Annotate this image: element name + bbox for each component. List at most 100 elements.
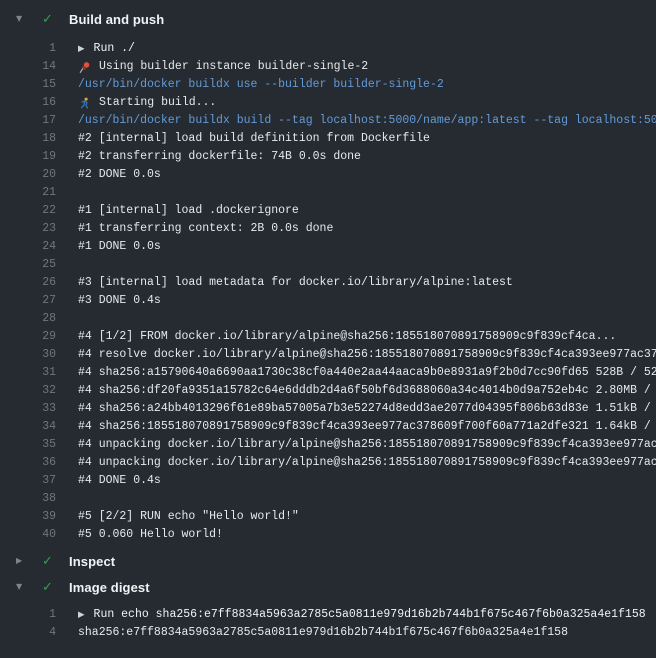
log-text: #4 sha256:185518070891758909c9f839cf4ca3… [78, 418, 656, 436]
pushpin-icon [78, 61, 92, 74]
line-number[interactable]: 30 [0, 346, 56, 364]
line-number[interactable]: 19 [0, 148, 56, 166]
line-number[interactable]: 15 [0, 76, 56, 94]
chevron-down-icon[interactable]: ▼ [16, 574, 30, 600]
line-number[interactable]: 31 [0, 364, 56, 382]
line-number[interactable]: 23 [0, 220, 56, 238]
log-line-text [78, 184, 656, 202]
line-number[interactable]: 38 [0, 490, 56, 508]
line-number[interactable]: 24 [0, 238, 56, 256]
chevron-right-icon[interactable]: ▶ [16, 548, 30, 574]
section-build-and-push: ▼ ✓ Build and push 1 ▶Run ./ 14 Using builder … [0, 6, 656, 548]
log-line-text: #4 [1/2] FROM docker.io/library/alpine@s… [78, 328, 656, 346]
log-line: 35#4 unpacking docker.io/library/alpine@… [0, 436, 656, 454]
log-line-text: #4 sha256:a15790640a6690aa1730c38cf0a440… [78, 364, 656, 382]
line-number[interactable]: 27 [0, 292, 56, 310]
line-number[interactable]: 17 [0, 112, 56, 130]
log-line: 34 #4 sha256:185518070891758909c9f839cf4c… [0, 418, 656, 436]
log-text: #4 sha256:a24bb4013296f61e89ba57005a7b3e… [78, 400, 656, 418]
log-line: 31 #4 sha256:a15790640a6690aa1730c38cf0a4… [0, 364, 656, 382]
log-text: /usr/bin/docker buildx use --builder bui… [78, 76, 444, 94]
expand-run-arrow-icon[interactable]: ▶ [78, 606, 85, 624]
log-text: #1 [internal] load .dockerignore [78, 202, 299, 220]
line-number[interactable]: 14 [0, 58, 56, 76]
line-number[interactable]: 22 [0, 202, 56, 220]
section-title: Build and push [69, 12, 164, 27]
log-line-text: ▶ Run echo sha256:e7ff8834a5963a2785c5a08… [78, 606, 656, 624]
log-line-text: #4 unpacking docker.io/library/alpine@sh… [78, 454, 656, 472]
log-text: #3 DONE 0.4s [78, 292, 161, 310]
log-line: 29 #4 [1/2] FROM docker.io/library/alpine… [0, 328, 656, 346]
log-line: 37 #4 DONE 0.4s [0, 472, 656, 490]
log-line-text: #4 resolve docker.io/library/alpine@sha2… [78, 346, 656, 364]
log-text: #2 [internal] load build definition from… [78, 130, 430, 148]
line-number[interactable]: 32 [0, 382, 56, 400]
section-header-inspect[interactable]: ▶✓Inspect [0, 548, 656, 574]
log-text: #4 resolve docker.io/library/alpine@sha2… [78, 346, 656, 364]
line-number[interactable]: 21 [0, 184, 56, 202]
line-number[interactable]: 1 [0, 40, 56, 58]
log-line-text [78, 310, 656, 328]
line-number[interactable]: 1 [0, 606, 56, 624]
line-number[interactable]: 36 [0, 454, 56, 472]
line-number[interactable]: 39 [0, 508, 56, 526]
log-line: 22 #1 [internal] load .dockerignore [0, 202, 656, 220]
section-image-digest: ▼ ✓ Image digest 1 ▶ Run echo sha256:e7ff8834… [0, 574, 656, 642]
log-text: #5 0.060 Hello world! [78, 526, 223, 544]
log-line: 1 ▶Run ./ [0, 40, 656, 58]
line-number[interactable]: 33 [0, 400, 56, 418]
line-number[interactable]: 28 [0, 310, 56, 328]
line-number[interactable]: 18 [0, 130, 56, 148]
section-lines: 1 ▶ Run echo sha256:e7ff8834a5963a2785c5a0… [0, 600, 656, 642]
log-text: #3 [internal] load metadata for docker.i… [78, 274, 513, 292]
check-icon: ✓ [42, 580, 58, 595]
log-text: #5 [2/2] RUN echo "Hello world!" [78, 508, 299, 526]
line-number[interactable]: 37 [0, 472, 56, 490]
expand-run-arrow-icon[interactable]: ▶ [78, 40, 85, 58]
section-title: Image digest [69, 580, 150, 595]
log-line: 36 #4 unpacking docker.io/library/alpine@… [0, 454, 656, 472]
section-header-image-digest[interactable]: ▼ ✓ Image digest [0, 574, 656, 600]
log-line-text: #3 DONE 0.4s [78, 292, 656, 310]
log-text: Run echo sha256:e7ff8834a5963a2785c5a081… [94, 606, 646, 624]
line-number[interactable]: 35 [0, 436, 56, 454]
log-line-text: #5 0.060 Hello world! [78, 526, 656, 544]
log-line-text: ▶Run ./ [78, 40, 656, 58]
log-text: #4 unpacking docker.io/library/alpine@sh… [78, 454, 656, 472]
log-line-text: #4 sha256:df20fa9351a15782c64e6dddb2d4a6… [78, 382, 656, 400]
line-number[interactable]: 4 [0, 624, 56, 642]
line-number[interactable]: 16 [0, 94, 56, 112]
line-number[interactable]: 26 [0, 274, 56, 292]
log-line: 1 ▶ Run echo sha256:e7ff8834a5963a2785c5a0… [0, 606, 656, 624]
line-number[interactable]: 40 [0, 526, 56, 544]
log-text: sha256:e7ff8834a5963a2785c5a0811e979d16b… [78, 624, 568, 642]
log-line: 24 #1 DONE 0.0s [0, 238, 656, 256]
log-line: 27 #3 DONE 0.4s [0, 292, 656, 310]
section-header-build-and-push[interactable]: ▼ ✓ Build and push [0, 6, 656, 32]
log-line-text: #3 [internal] load metadata for docker.i… [78, 274, 656, 292]
log-line: 23 #1 transferring context: 2B 0.0s done [0, 220, 656, 238]
line-number[interactable]: 34 [0, 418, 56, 436]
line-number[interactable]: 20 [0, 166, 56, 184]
log-line: 25 [0, 256, 656, 274]
log-line-text: Using builder instance builder-single-2 [78, 58, 656, 76]
log-text: #4 DONE 0.4s [78, 472, 161, 490]
log-line: 4 sha256:e7ff8834a5963a2785c5a0811e979d16… [0, 624, 656, 642]
log-line: 16Starting build... [0, 94, 656, 112]
log-text: /usr/bin/docker buildx build --tag local… [78, 112, 656, 130]
log-line: 33 #4 sha256:a24bb4013296f61e89ba57005a7b… [0, 400, 656, 418]
check-icon: ✓ [42, 12, 58, 27]
log-text: Using builder instance builder-single-2 [99, 58, 368, 76]
line-number[interactable]: 25 [0, 256, 56, 274]
workflow-log-viewer: ▼✓Build and push1▶Run ./14Using builder … [0, 0, 656, 658]
log-line: 20 #2 DONE 0.0s [0, 166, 656, 184]
log-text: #2 DONE 0.0s [78, 166, 161, 184]
line-number[interactable]: 29 [0, 328, 56, 346]
log-line-text: #2 DONE 0.0s [78, 166, 656, 184]
log-text: #1 transferring context: 2B 0.0s done [78, 220, 333, 238]
log-line: 26 #3 [internal] load metadata for docker… [0, 274, 656, 292]
log-line-text: #1 transferring context: 2B 0.0s done [78, 220, 656, 238]
log-text: #1 DONE 0.0s [78, 238, 161, 256]
log-line-text: sha256:e7ff8834a5963a2785c5a0811e979d16b… [78, 624, 656, 642]
chevron-down-icon[interactable]: ▼ [16, 6, 30, 32]
